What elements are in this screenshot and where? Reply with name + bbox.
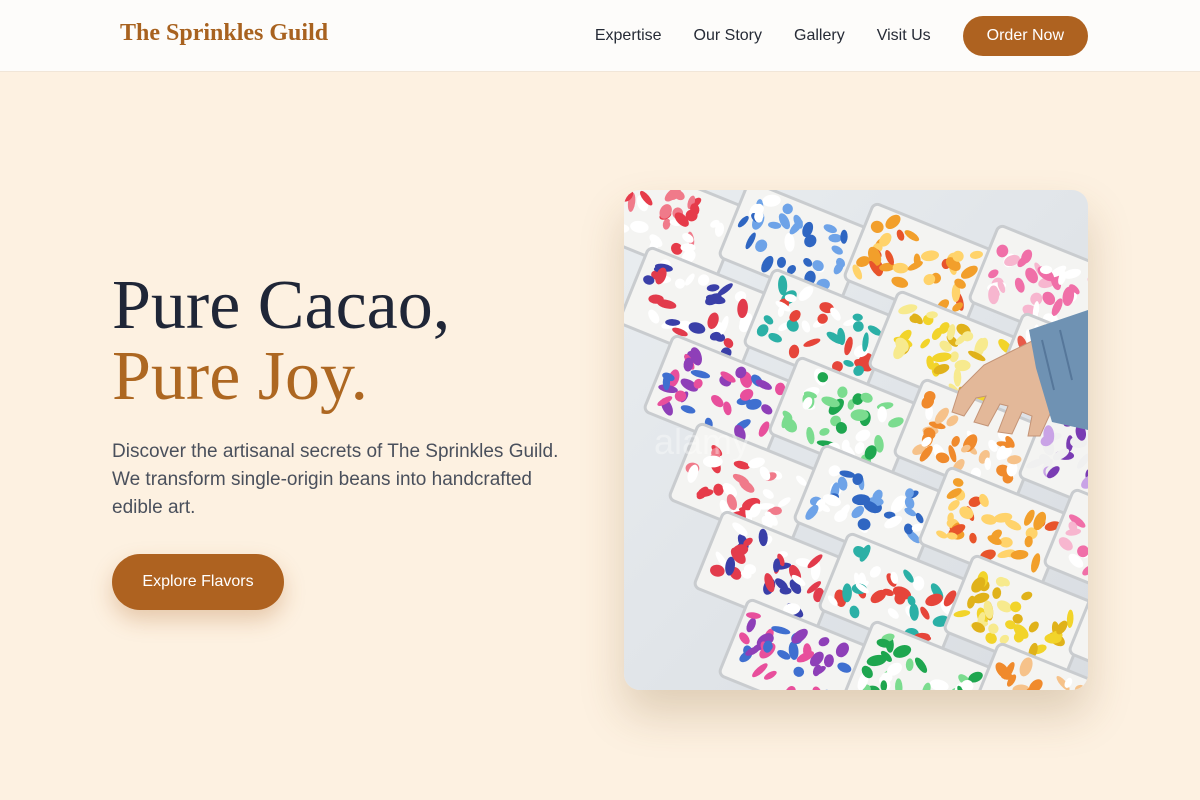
nav-link-gallery[interactable]: Gallery [794,27,845,45]
order-now-button[interactable]: Order Now [962,16,1088,56]
brand-logo[interactable]: The Sprinkles Guild [120,20,328,47]
site-header: The Sprinkles Guild Expertise Our Story … [0,0,1200,72]
nav-link-visit-us[interactable]: Visit Us [877,27,931,45]
candy-bins-illustration: alamy [624,190,1088,690]
hero-title-line2: Pure Joy. [112,338,369,415]
hero-title: Pure Cacao, Pure Joy. [112,270,450,412]
nav-link-our-story[interactable]: Our Story [694,27,762,45]
hero-description: Discover the artisanal secrets of The Sp… [112,441,559,518]
watermark-text: alamy [654,421,750,462]
explore-flavors-button[interactable]: Explore Flavors [112,554,284,610]
nav-link-expertise[interactable]: Expertise [595,27,662,45]
hero-candy-photo: alamy [624,190,1088,690]
hero-title-line1: Pure Cacao, [112,267,451,344]
main-nav: Expertise Our Story Gallery Visit Us Ord… [595,16,1088,56]
